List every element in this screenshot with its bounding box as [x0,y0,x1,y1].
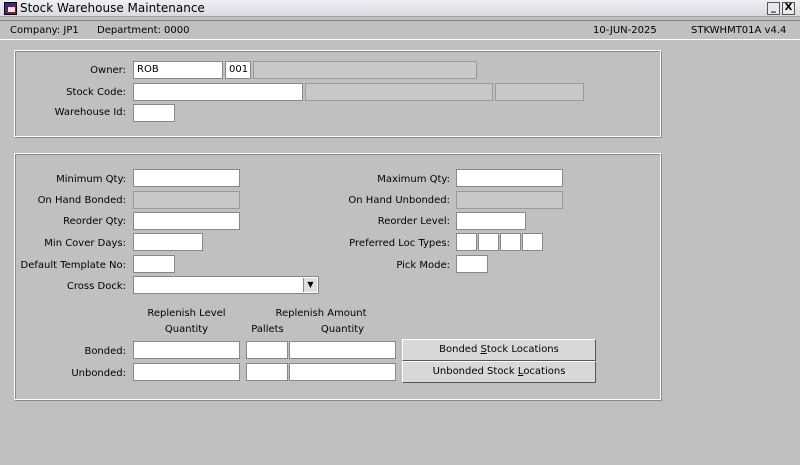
info-bar: Company: JP1 Department: 0000 10-JUN-202… [0,20,800,40]
warehouse-id-input[interactable] [133,104,175,122]
unbonded-replenish-level-input[interactable] [133,363,240,381]
window-titlebar: Stock Warehouse Maintenance _ X [0,0,800,17]
unbonded-pallets-input[interactable] [246,363,288,381]
min-cover-days-label: Min Cover Days: [44,238,126,249]
owner-description-field [253,61,477,79]
close-button[interactable]: X [782,2,795,15]
owner-label: Owner: [90,65,126,76]
bonded-label: Bonded: [84,346,126,357]
stock-code-input[interactable] [133,83,303,101]
company-label: Company: JP1 [10,25,79,36]
pick-mode-input[interactable] [456,255,488,273]
reorder-qty-label: Reorder Qty: [63,216,126,227]
reorder-level-input[interactable] [456,212,526,230]
replenish-amount-header: Replenish Amount [275,308,367,319]
bonded-stock-locations-button[interactable]: Bonded Stock Locations [402,339,596,361]
default-template-input[interactable] [133,255,175,273]
stock-description-field [305,83,493,101]
app-icon [4,2,17,15]
warehouse-id-label: Warehouse Id: [54,107,126,118]
pick-mode-label: Pick Mode: [396,260,450,271]
preferred-loc-types-label: Preferred Loc Types: [349,238,450,249]
replenish-pallets-header: Pallets [251,324,284,335]
bonded-quantity-input[interactable] [289,341,396,359]
preferred-loc-type-4-input[interactable] [522,233,543,251]
on-hand-bonded-label: On Hand Bonded: [37,195,126,206]
owner-input[interactable]: ROB [133,61,223,79]
department-label: Department: 0000 [97,25,190,36]
preferred-loc-type-2-input[interactable] [478,233,499,251]
cross-dock-label: Cross Dock: [66,281,126,292]
owner-code-input[interactable]: 001 [225,61,251,79]
stock-code-label: Stock Code: [66,87,126,98]
maximum-qty-label: Maximum Qty: [377,174,450,185]
unbonded-stock-locations-button[interactable]: Unbonded Stock Locations [402,361,596,383]
unbonded-label: Unbonded: [71,368,126,379]
maximum-qty-input[interactable] [456,169,563,187]
cross-dock-select[interactable]: ▼ [133,276,319,294]
minimum-qty-input[interactable] [133,169,240,187]
replenish-level-quantity-header: Quantity [164,324,209,335]
reorder-qty-input[interactable] [133,212,240,230]
on-hand-bonded-field [133,191,240,209]
stock-extra-field [495,83,584,101]
reorder-level-label: Reorder Level: [377,216,450,227]
preferred-loc-type-3-input[interactable] [500,233,521,251]
chevron-down-icon[interactable]: ▼ [303,278,317,292]
minimum-qty-label: Minimum Qty: [56,174,126,185]
preferred-loc-type-1-input[interactable] [456,233,477,251]
default-template-label: Default Template No: [20,260,127,271]
minimize-button[interactable]: _ [767,2,780,15]
form-id-label: STKWHMT01A v4.4 [691,25,787,36]
date-label: 10-JUN-2025 [593,25,657,36]
bonded-replenish-level-input[interactable] [133,341,240,359]
replenish-level-header: Replenish Level [147,308,226,319]
replenish-amount-quantity-header: Quantity [320,324,365,335]
window-title: Stock Warehouse Maintenance [20,1,205,15]
bonded-pallets-input[interactable] [246,341,288,359]
on-hand-unbonded-field [456,191,563,209]
min-cover-days-input[interactable] [133,233,203,251]
unbonded-quantity-input[interactable] [289,363,396,381]
on-hand-unbonded-label: On Hand Unbonded: [348,195,450,206]
